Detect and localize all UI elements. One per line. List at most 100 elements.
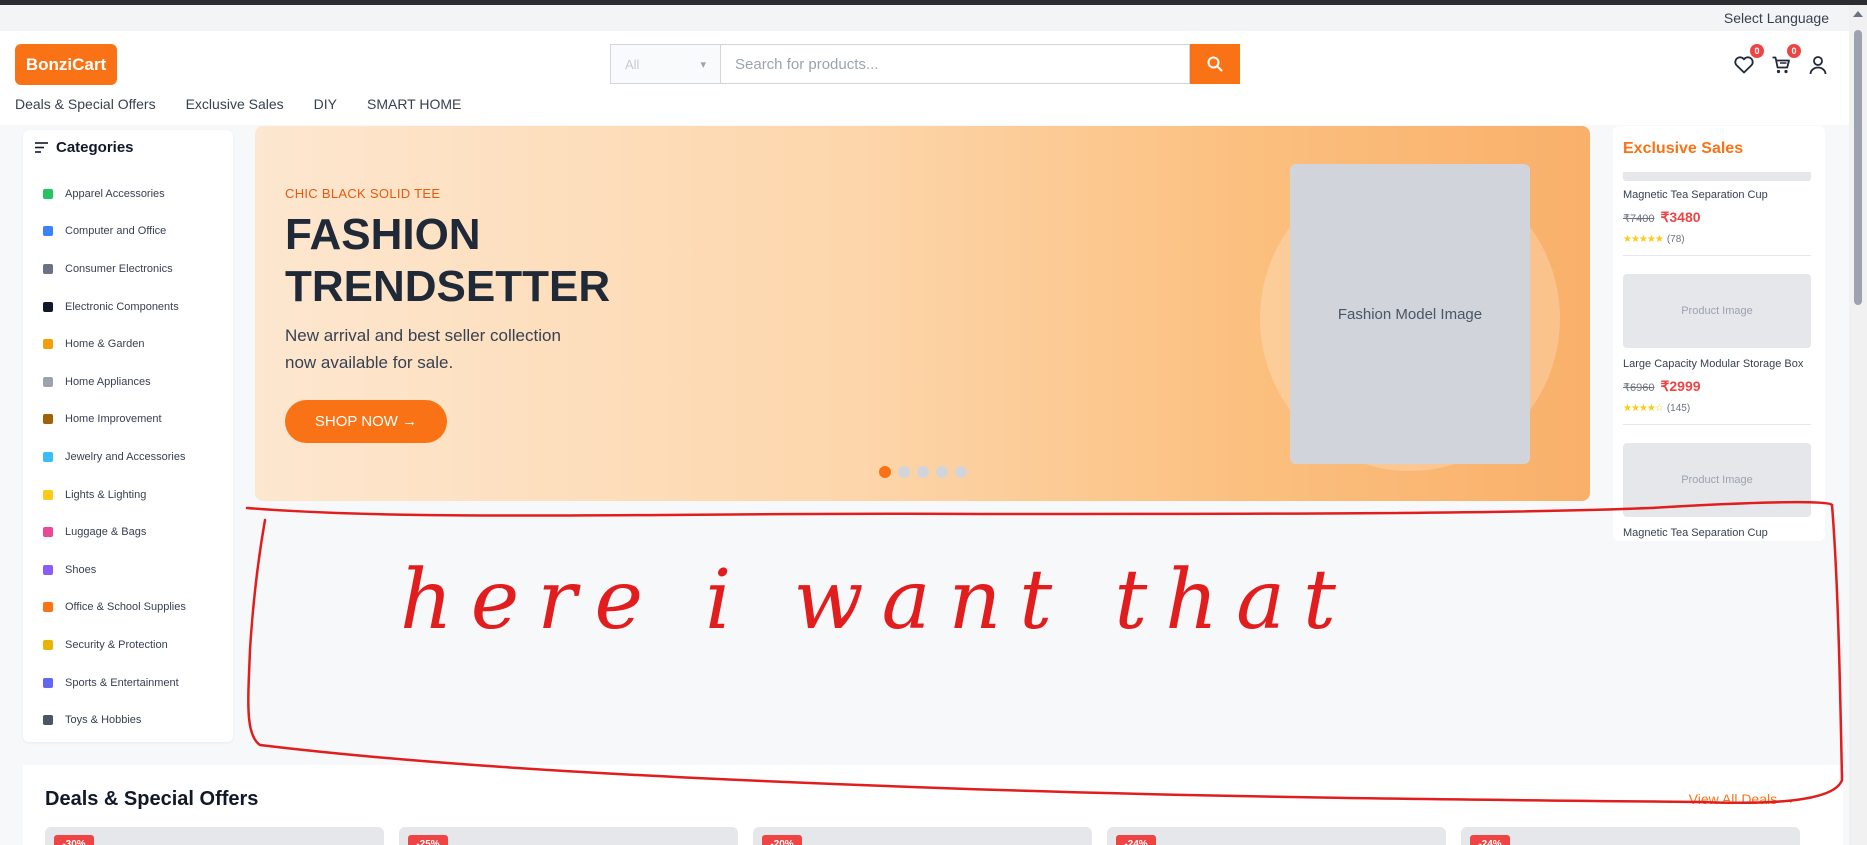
category-label: Consumer Electronics (65, 262, 173, 275)
carousel-dots (879, 466, 967, 478)
carousel-dot[interactable] (879, 466, 891, 478)
view-all-deals-link[interactable]: View All Deals → (1689, 791, 1795, 807)
product-rating: ★★★★★ (78) (1623, 234, 1811, 245)
search-icon (1207, 56, 1223, 72)
category-item[interactable]: Electronic Components (43, 288, 228, 326)
categories-sidebar: Categories Apparel Accessories Computer a… (23, 130, 233, 742)
product-rating: ★★★★☆ (145) (1623, 403, 1811, 414)
category-label: Jewelry and Accessories (65, 450, 186, 463)
carousel-dot[interactable] (936, 466, 948, 478)
ball-icon (43, 677, 53, 688)
exclusive-sales-list: Magnetic Tea Separation Cup ₹7400 ₹3480 … (1623, 172, 1811, 541)
carousel-dot[interactable] (898, 466, 910, 478)
monitor-icon (43, 226, 53, 237)
hammer-icon (43, 414, 53, 425)
product-name[interactable]: Magnetic Tea Separation Cup (1623, 189, 1811, 201)
deal-card[interactable]: -30% (45, 827, 384, 845)
menu-lines-icon (35, 142, 48, 153)
nav-item-deals[interactable]: Deals & Special Offers (15, 96, 156, 112)
carousel-dot[interactable] (917, 466, 929, 478)
exclusive-product-card[interactable]: Magnetic Tea Separation Cup ₹7400 ₹3480 … (1623, 181, 1811, 256)
product-name[interactable]: Magnetic Tea Separation Cup (1623, 527, 1811, 539)
category-item[interactable]: Consumer Electronics (43, 250, 228, 288)
hero-banner: CHIC BLACK SOLID TEE FASHION TRENDSETTER… (255, 126, 1590, 501)
search-button[interactable] (1190, 44, 1240, 84)
deals-title: Deals & Special Offers (45, 788, 259, 810)
deal-card[interactable]: -25% (399, 827, 738, 845)
exclusive-product-card[interactable]: Product Image Magnetic Tea Separation Cu… (1623, 435, 1811, 541)
category-item[interactable]: Security & Protection (43, 626, 228, 664)
annotation-text: here i want that (400, 553, 1354, 648)
wishlist-count-badge: 0 (1750, 44, 1764, 58)
discount-badge: -24% (1116, 835, 1156, 845)
scroll-up-arrow-icon[interactable] (1853, 11, 1863, 17)
category-item[interactable]: Apparel Accessories (43, 175, 228, 213)
category-item[interactable]: Lights & Lighting (43, 476, 228, 514)
deal-card-row: -30% -25% -20% -24% -24% (45, 827, 1800, 845)
shop-now-button[interactable]: SHOP NOW → (285, 400, 447, 443)
category-label: Toys & Hobbies (65, 714, 142, 727)
review-count: (145) (1666, 403, 1691, 414)
discount-badge: -25% (408, 835, 448, 845)
category-item[interactable]: Home Improvement (43, 401, 228, 439)
category-item[interactable]: Home & Garden (43, 325, 228, 363)
shirt-icon (43, 188, 53, 199)
hero-subtitle: New arrival and best seller collection n… (285, 326, 561, 372)
deals-section: Deals & Special Offers View All Deals → … (23, 765, 1843, 845)
product-price: ₹6960 ₹2999 (1623, 378, 1811, 395)
product-price: ₹7400 ₹3480 (1623, 209, 1811, 226)
deal-card[interactable]: -24% (1107, 827, 1446, 845)
gem-icon (43, 451, 53, 462)
shoe-icon (43, 564, 53, 575)
nav-item-diy[interactable]: DIY (314, 96, 337, 112)
search-input[interactable] (720, 44, 1190, 84)
category-item[interactable]: Shoes (43, 551, 228, 589)
wishlist-button[interactable]: 0 (1732, 44, 1764, 77)
category-item[interactable]: Jewelry and Accessories (43, 438, 228, 476)
category-item[interactable]: Home Appliances (43, 363, 228, 401)
annotation-outline (245, 500, 1844, 805)
category-label: Luggage & Bags (65, 526, 147, 539)
old-price: ₹6960 (1623, 382, 1655, 394)
exclusive-product-card[interactable]: Product Image Large Capacity Modular Sto… (1623, 266, 1811, 425)
category-item[interactable]: Luggage & Bags (43, 513, 228, 551)
site-logo[interactable]: BonziCart (15, 44, 117, 85)
exclusive-sales-panel: Exclusive Sales Magnetic Tea Separation … (1613, 126, 1825, 541)
wrench-icon (43, 376, 53, 387)
category-label: Apparel Accessories (65, 187, 165, 200)
lock-icon (43, 639, 53, 650)
star-rating-icon: ★★★★★ (1623, 234, 1664, 245)
page-scrollbar[interactable] (1849, 5, 1867, 845)
product-name[interactable]: Large Capacity Modular Storage Box (1623, 358, 1811, 370)
category-item[interactable]: Office & School Supplies (43, 589, 228, 627)
carousel-dot[interactable] (955, 466, 967, 478)
category-label: Shoes (65, 563, 97, 576)
deal-card[interactable]: -24% (1461, 827, 1800, 845)
cart-count-badge: 0 (1787, 44, 1801, 58)
account-button[interactable] (1806, 53, 1830, 77)
product-image: Product Image (1623, 443, 1811, 517)
house-icon (43, 339, 53, 350)
phone-icon (43, 263, 53, 274)
select-language-link[interactable]: Select Language (1724, 10, 1829, 26)
category-label: Home Appliances (65, 375, 151, 388)
cart-button[interactable]: 0 (1769, 44, 1801, 77)
user-icon (1809, 56, 1827, 75)
deal-card[interactable]: -20% (753, 827, 1092, 845)
category-item[interactable]: Toys & Hobbies (43, 701, 228, 739)
scrollbar-thumb[interactable] (1854, 30, 1862, 305)
category-item[interactable]: Sports & Entertainment (43, 664, 228, 702)
site-header: BonziCart All ▾ 0 0 Deals & Special Offe… (0, 31, 1849, 125)
hero-headline: FASHION TRENDSETTER (285, 210, 611, 311)
category-label: Home Improvement (65, 413, 162, 426)
discount-badge: -30% (54, 835, 94, 845)
search-category-select[interactable]: All ▾ (610, 44, 720, 84)
nav-item-exclusive-sales[interactable]: Exclusive Sales (186, 96, 284, 112)
discount-badge: -20% (762, 835, 802, 845)
category-item[interactable]: Computer and Office (43, 213, 228, 251)
plug-icon (43, 301, 53, 312)
categories-heading: Categories (35, 139, 134, 156)
old-price: ₹7400 (1623, 213, 1655, 225)
nav-item-smart-home[interactable]: SMART HOME (367, 96, 461, 112)
category-label: Electronic Components (65, 300, 179, 313)
